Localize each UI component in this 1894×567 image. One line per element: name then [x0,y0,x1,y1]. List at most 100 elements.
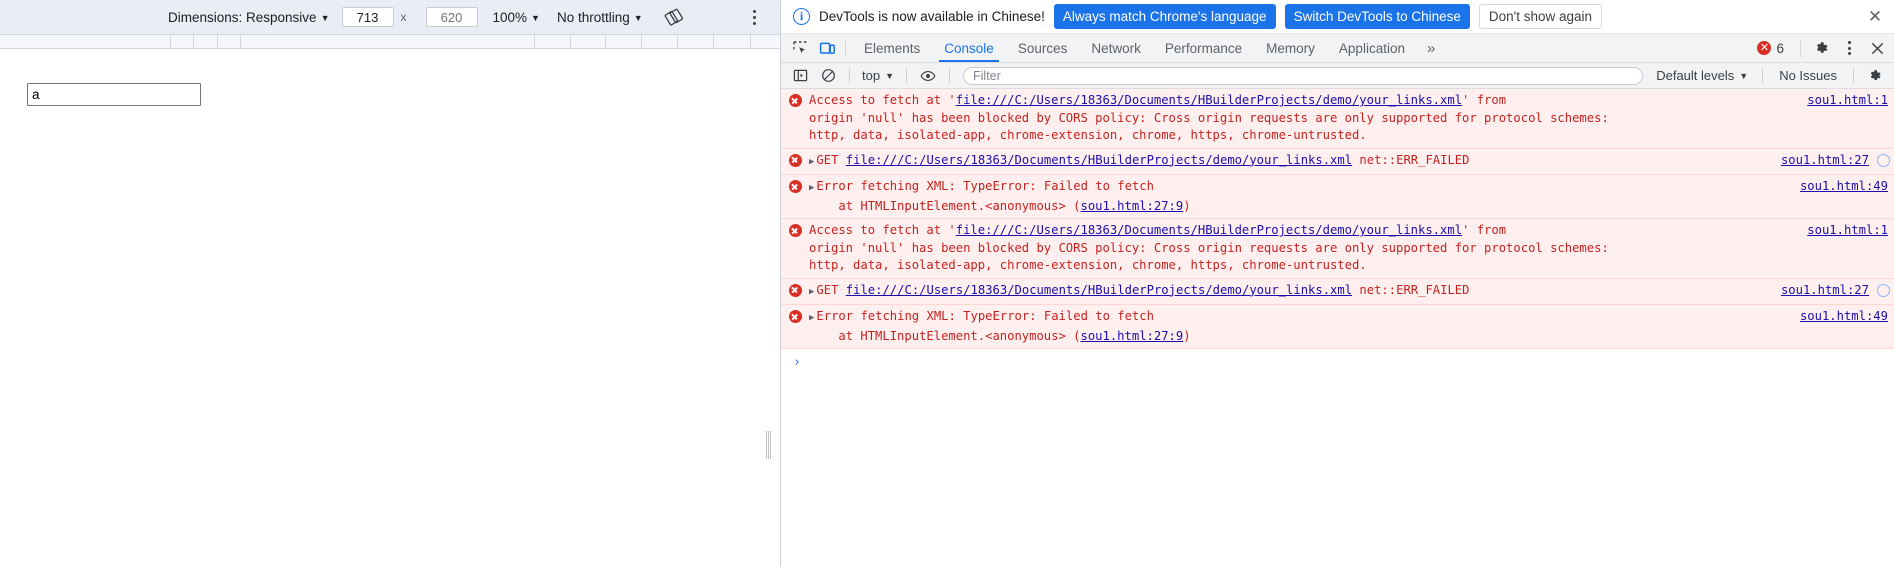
chevron-down-icon: ▼ [885,71,894,81]
tab-performance[interactable]: Performance [1153,34,1254,62]
console-message[interactable]: ▶ Error fetching XML: TypeError: Failed t… [781,305,1894,349]
toolbar-divider [949,68,950,83]
console-message-text: ▶ Error fetching XML: TypeError: Failed t… [809,178,1796,215]
info-icon: i [793,8,810,25]
toggle-device-toolbar-icon[interactable] [814,34,841,62]
console-message-source-area: sou1.html:1 [1803,222,1894,275]
console-source-link[interactable]: sou1.html:1 [1803,92,1894,110]
dimensions-label: Dimensions: Responsive [168,9,317,25]
console-filter-input[interactable] [963,66,1644,85]
tab-console[interactable]: Console [932,34,1006,62]
pane-resize-handle[interactable] [766,431,772,459]
error-count-badge[interactable]: ✕ 6 [1748,41,1793,56]
console-message-text: ▶ Error fetching XML: TypeError: Failed t… [809,308,1796,345]
gear-icon[interactable] [1808,35,1834,61]
error-icon [781,152,809,172]
expand-triangle-icon[interactable]: ▶ [809,180,814,198]
console-message-segment: net::ERR_FAILED [1352,282,1470,297]
console-message[interactable]: ▶ GET file:///C:/Users/18363/Documents/HB… [781,278,1894,305]
viewport-ruler [0,35,780,49]
issues-button[interactable]: No Issues [1771,68,1845,83]
emulated-viewport [0,49,780,567]
console-message-text: ▶ GET file:///C:/Users/18363/Documents/HB… [809,282,1777,302]
toolbar-divider [906,68,907,83]
console-message[interactable]: Access to fetch at 'file:///C:/Users/183… [781,219,1894,279]
throttling-label: No throttling [556,9,630,25]
toolbar-divider [849,68,850,83]
live-expression-icon[interactable] [915,63,941,89]
tab-application[interactable]: Application [1327,34,1417,62]
console-message-link[interactable]: sou1.html:27:9 [1081,199,1184,213]
clear-console-icon[interactable] [815,63,841,89]
console-message-text: Access to fetch at 'file:///C:/Users/183… [809,222,1803,275]
tab-memory[interactable]: Memory [1254,34,1327,62]
console-message-link[interactable]: file:///C:/Users/18363/Documents/HBuilde… [956,223,1462,237]
console-message-link[interactable]: sou1.html:27:9 [1081,329,1184,343]
throttling-dropdown[interactable]: No throttling ▼ [557,10,643,25]
error-icon: ✕ [1757,41,1772,55]
console-message-list[interactable]: Access to fetch at 'file:///C:/Users/183… [781,89,1894,567]
dont-show-again-button[interactable]: Don't show again [1478,4,1603,29]
close-icon[interactable]: ✕ [1864,6,1886,28]
console-message-link[interactable]: file:///C:/Users/18363/Documents/HBuilde… [846,153,1352,167]
search-input[interactable] [27,83,201,106]
devtools-panel: i DevTools is now available in Chinese! … [781,0,1894,567]
error-count-label: 6 [1776,40,1784,56]
tabbar-actions: ✕ 6 [1748,34,1894,62]
console-message-segment: Access to fetch at ' [809,223,956,237]
console-message-source-area: sou1.html:27 [1777,152,1894,172]
viewport-width-input[interactable] [341,7,394,27]
device-emulation-pane: Dimensions: Responsive ▼ x 100% ▼ No thr… [0,0,781,567]
dimension-separator: x [400,10,407,24]
expand-triangle-icon[interactable]: ▶ [809,284,814,302]
language-notice-bar: i DevTools is now available in Chinese! … [781,0,1894,34]
console-message-text: ▶ GET file:///C:/Users/18363/Documents/HB… [809,152,1777,172]
expand-triangle-icon[interactable]: ▶ [809,154,814,172]
console-message-source-area: sou1.html:1 [1803,92,1894,145]
zoom-dropdown[interactable]: 100% ▼ [493,10,540,25]
console-message-segment: Access to fetch at ' [809,93,956,107]
execution-context-dropdown[interactable]: top ▼ [858,68,898,83]
console-message-source-area: sou1.html:49 [1796,308,1894,345]
console-message-link[interactable]: file:///C:/Users/18363/Documents/HBuilde… [956,93,1462,107]
console-message[interactable]: Access to fetch at 'file:///C:/Users/183… [781,89,1894,149]
chevron-down-icon: ▼ [1739,71,1749,81]
console-source-link[interactable]: sou1.html:49 [1796,178,1894,196]
console-message-segment: ) [1183,328,1191,343]
prompt-chevron-icon: › [793,355,801,370]
console-source-link[interactable]: sou1.html:27 [1777,152,1875,170]
console-prompt[interactable]: › [781,349,1894,370]
more-tabs-icon[interactable]: » [1417,34,1445,62]
viewport-height-input[interactable] [425,7,478,27]
console-source-link[interactable]: sou1.html:27 [1777,282,1875,300]
console-message-link[interactable]: file:///C:/Users/18363/Documents/HBuilde… [846,283,1352,297]
console-source-link[interactable]: sou1.html:1 [1803,222,1894,240]
switch-to-chinese-button[interactable]: Switch DevTools to Chinese [1284,4,1470,29]
console-message[interactable]: ▶ GET file:///C:/Users/18363/Documents/HB… [781,148,1894,175]
dimensions-dropdown[interactable]: Dimensions: Responsive ▼ [168,10,330,25]
devtools-menu-icon[interactable] [1836,35,1862,61]
console-settings-gear-icon[interactable] [1862,63,1888,89]
toolbar-divider [1853,68,1854,83]
rotate-device-icon[interactable] [663,6,685,28]
error-icon [781,222,809,275]
device-toolbar: Dimensions: Responsive ▼ x 100% ▼ No thr… [0,0,780,35]
console-sidebar-icon[interactable] [787,63,813,89]
log-levels-dropdown[interactable]: Default levels ▼ [1650,68,1754,83]
tab-network[interactable]: Network [1079,34,1153,62]
close-devtools-icon[interactable] [1864,35,1890,61]
console-message-text: Access to fetch at 'file:///C:/Users/183… [809,92,1803,145]
expand-triangle-icon[interactable]: ▶ [809,310,814,328]
chevron-down-icon: ▼ [633,12,643,23]
tab-elements[interactable]: Elements [852,34,932,62]
tab-sources[interactable]: Sources [1006,34,1080,62]
console-message[interactable]: ▶ Error fetching XML: TypeError: Failed t… [781,175,1894,219]
notice-message: DevTools is now available in Chinese! [819,9,1045,24]
log-levels-label: Default levels [1656,68,1735,83]
toolbar-divider [1762,68,1764,83]
always-match-language-button[interactable]: Always match Chrome's language [1053,4,1276,29]
console-source-link[interactable]: sou1.html:49 [1796,308,1894,326]
tabbar-divider [845,41,846,55]
inspect-element-icon[interactable] [787,34,814,62]
device-toolbar-menu-icon[interactable] [746,8,762,26]
